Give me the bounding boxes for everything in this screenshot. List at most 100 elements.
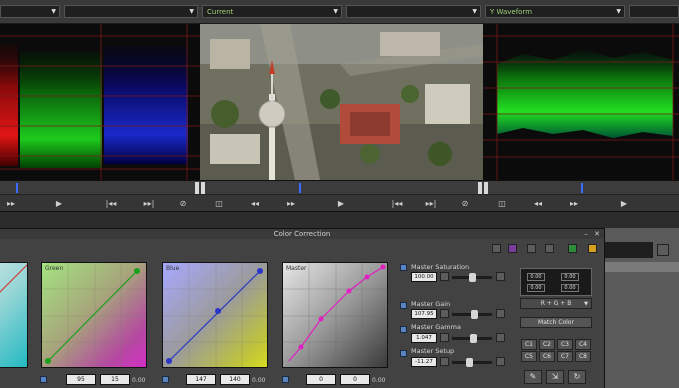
current-dropdown-label: Current: [207, 8, 234, 16]
saturation-field[interactable]: 100.00: [411, 272, 437, 282]
setup-slider[interactable]: [452, 358, 492, 367]
match-color-button[interactable]: Match Color: [520, 317, 592, 328]
green-input-field[interactable]: 95: [66, 374, 96, 385]
color-preset-c2[interactable]: C2: [539, 339, 555, 350]
red-curve-graph[interactable]: [0, 262, 28, 368]
saturation-increment[interactable]: [496, 272, 505, 281]
tool-icon-1[interactable]: [492, 244, 501, 253]
green-output-field[interactable]: 15: [100, 374, 130, 385]
gain-decrement[interactable]: [440, 309, 449, 318]
split-view-icon[interactable]: ⇲: [546, 370, 564, 384]
left-timeline[interactable]: [0, 180, 200, 194]
fast-forward-icon[interactable]: ▸▸: [563, 198, 585, 210]
rewind-icon[interactable]: ◂◂: [244, 198, 266, 210]
chevron-down-icon: ▼: [472, 8, 477, 15]
gamma-toggle[interactable]: [400, 326, 407, 333]
master-output-field[interactable]: 0: [340, 374, 370, 385]
tool-icon-2[interactable]: [508, 244, 517, 253]
gain-field[interactable]: 107.95: [411, 309, 437, 319]
blue-readout: 0.00: [252, 377, 266, 384]
setup-toggle[interactable]: [400, 350, 407, 357]
loop-icon[interactable]: ⊘: [454, 198, 476, 210]
source-dropdown[interactable]: ▼: [64, 5, 198, 18]
saturation-decrement[interactable]: [440, 272, 449, 281]
dual-monitor-icon[interactable]: ◫: [208, 198, 230, 210]
color-preset-c1[interactable]: C1: [521, 339, 537, 350]
gamma-decrement[interactable]: [440, 333, 449, 342]
reset-icon[interactable]: ↻: [568, 370, 586, 384]
channel-mode-dropdown[interactable]: R + G + B ▼: [520, 298, 592, 309]
g-top-value: 0.00: [561, 273, 579, 281]
blue-output-field[interactable]: 140: [220, 374, 250, 385]
setup-increment[interactable]: [496, 357, 505, 366]
gain-slider[interactable]: [452, 310, 492, 319]
gamma-slider[interactable]: [452, 334, 492, 343]
play-icon[interactable]: ▶: [613, 198, 635, 210]
color-preset-c4[interactable]: C4: [575, 339, 591, 350]
color-preset-c8[interactable]: C8: [575, 351, 591, 362]
y-waveform-graphic: [483, 24, 679, 180]
rgb-readout-box: 0.00 0.00 0.00 0.00: [520, 268, 592, 296]
master-input-field[interactable]: 0: [306, 374, 336, 385]
setup-field[interactable]: -11.27: [411, 357, 437, 367]
eyedropper-icon[interactable]: ✎: [524, 370, 542, 384]
gain-knob[interactable]: [471, 310, 478, 319]
step-back-icon[interactable]: |◂◂: [386, 198, 408, 210]
setup-knob[interactable]: [466, 358, 473, 367]
gamma-knob[interactable]: [470, 334, 477, 343]
setup-decrement[interactable]: [440, 357, 449, 366]
right-panel-menu-icon[interactable]: [657, 244, 669, 256]
right-timeline[interactable]: [483, 180, 679, 194]
gap-strip: [0, 212, 679, 228]
play-icon[interactable]: ▶: [48, 198, 70, 210]
color-preset-c3[interactable]: C3: [557, 339, 573, 350]
center-out-marker[interactable]: [478, 182, 482, 194]
loop-icon[interactable]: ⊘: [172, 198, 194, 210]
step-forward-icon[interactable]: ▸▸|: [138, 198, 160, 210]
master-readout: 0.00: [372, 377, 386, 384]
rewind-icon[interactable]: ◂◂: [527, 198, 549, 210]
green-curve-graph[interactable]: Green: [41, 262, 147, 368]
gamma-increment[interactable]: [496, 333, 505, 342]
green-curve-toggle[interactable]: [40, 376, 47, 383]
center-in-marker[interactable]: [201, 182, 205, 194]
center-timeline[interactable]: [200, 180, 483, 194]
gamma-field[interactable]: 1.047: [411, 333, 437, 343]
blue-input-field[interactable]: 147: [186, 374, 216, 385]
play-icon[interactable]: ▶: [330, 198, 352, 210]
left-monitor-dropdown[interactable]: ▼: [0, 5, 60, 18]
center-playhead[interactable]: [299, 183, 301, 193]
color-preset-c6[interactable]: C6: [539, 351, 555, 362]
step-back-icon[interactable]: |◂◂: [100, 198, 122, 210]
master-curve-graph[interactable]: Master: [282, 262, 388, 368]
fast-forward-icon[interactable]: ▸▸: [0, 198, 22, 210]
left-out-marker[interactable]: [195, 182, 199, 194]
blue-curve-graph[interactable]: Blue: [162, 262, 268, 368]
tool-icon-6[interactable]: [588, 244, 597, 253]
program-monitor-image: [200, 24, 483, 180]
gain-toggle[interactable]: [400, 302, 407, 309]
waveform-dropdown[interactable]: Y Waveform ▼: [485, 5, 625, 18]
right-in-marker[interactable]: [484, 182, 488, 194]
minimize-icon[interactable]: –: [582, 230, 590, 238]
tool-icon-3[interactable]: [527, 244, 536, 253]
tool-icon-5[interactable]: [568, 244, 577, 253]
saturation-slider[interactable]: [452, 273, 492, 282]
saturation-knob[interactable]: [469, 273, 476, 282]
close-icon[interactable]: ✕: [593, 230, 601, 238]
gain-increment[interactable]: [496, 309, 505, 318]
center-secondary-dropdown[interactable]: ▼: [346, 5, 481, 18]
right-extra-dropdown[interactable]: [629, 5, 679, 18]
fast-forward-icon[interactable]: ▸▸: [280, 198, 302, 210]
saturation-toggle[interactable]: [400, 264, 407, 271]
left-playhead[interactable]: [16, 183, 18, 193]
master-curve-toggle[interactable]: [282, 376, 289, 383]
step-forward-icon[interactable]: ▸▸|: [420, 198, 442, 210]
color-preset-c7[interactable]: C7: [557, 351, 573, 362]
right-playhead[interactable]: [581, 183, 583, 193]
dual-monitor-icon[interactable]: ◫: [491, 198, 513, 210]
color-preset-c5[interactable]: C5: [521, 351, 537, 362]
current-dropdown[interactable]: Current ▼: [202, 5, 342, 18]
blue-curve-toggle[interactable]: [162, 376, 169, 383]
tool-icon-4[interactable]: [545, 244, 554, 253]
